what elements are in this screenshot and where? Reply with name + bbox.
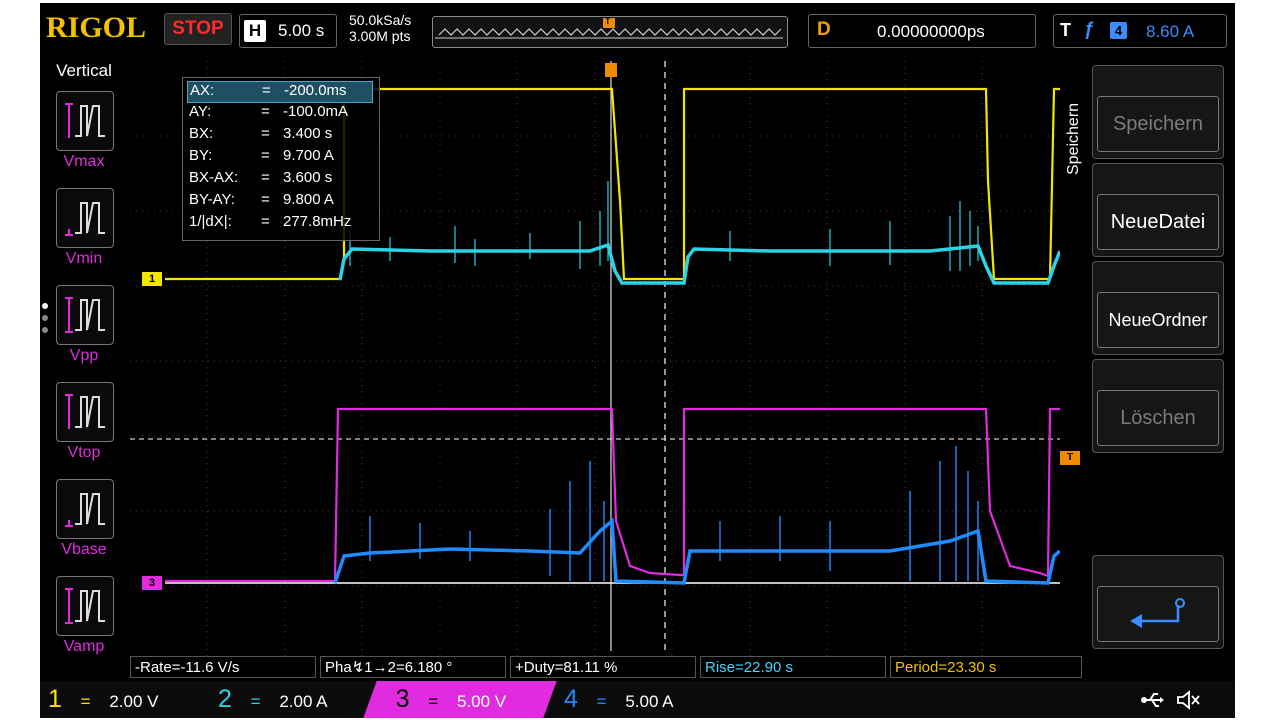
measure-period[interactable]: Period=23.30 s xyxy=(890,656,1082,678)
cursor-row-ay: AY: = -100.0mA xyxy=(189,103,349,120)
enter-button[interactable] xyxy=(1092,555,1224,649)
ch3-scale: 5.00 V xyxy=(456,692,507,711)
vmax-label: Vmax xyxy=(63,153,105,170)
trigger-source: 4 xyxy=(1110,22,1127,39)
vpp-label: Vpp xyxy=(69,347,99,364)
measure-rise[interactable]: Rise=22.90 s xyxy=(700,656,886,678)
ch4-coupling: = xyxy=(596,692,607,711)
measure-vamp-button[interactable]: Vamp xyxy=(40,576,128,668)
measure-phase[interactable]: Pha↯1→2=6.180 ° xyxy=(320,656,506,678)
neue-ordner-label: NeueOrdner xyxy=(1097,292,1219,348)
cursor-row-inv-dx: 1/|dX|: = 277.8mHz xyxy=(189,213,352,230)
measure-vpp-button[interactable]: Vpp xyxy=(40,285,128,377)
cursor-row-by-ay: BY-AY: = 9.800 A xyxy=(189,191,334,208)
sample-rate: 50.0kSa/s xyxy=(349,12,412,28)
ch3-number: 3 xyxy=(395,685,410,713)
ch2-status[interactable]: 2 = 2.00 A xyxy=(218,681,378,718)
measure-vmin-button[interactable]: Vmin xyxy=(40,188,128,280)
ch4-scale: 5.00 A xyxy=(625,692,674,711)
timebase-value: 5.00 s xyxy=(278,21,325,40)
vmin-label: Vmin xyxy=(65,250,103,267)
cursor-row-by: BY: = 9.700 A xyxy=(189,147,334,164)
save-menu-title: Speichern xyxy=(1065,102,1082,175)
memory-overview-strip: T xyxy=(432,16,788,48)
ch4-status[interactable]: 4 = 5.00 A xyxy=(564,681,724,718)
horizontal-key: H xyxy=(244,20,266,42)
oscilloscope-screen: RIGOL STOP H 5.00 s 50.0kSa/s 3.00M pts … xyxy=(40,3,1235,718)
measure-neg-rate[interactable]: -Rate=-11.6 V/s xyxy=(130,656,316,678)
cursor-row-bx: BX: = 3.400 s xyxy=(189,125,333,142)
ch3-coupling: = xyxy=(428,692,439,711)
cursor-row-ax[interactable]: AX: = -200.0ms xyxy=(187,81,373,103)
measure-vbase-button[interactable]: Vbase xyxy=(40,479,128,571)
acquisition-info: 50.0kSa/s 3.00M pts xyxy=(349,12,411,44)
ch3-status[interactable]: 3 = 5.00 V xyxy=(363,681,557,718)
vbase-label: Vbase xyxy=(61,541,107,558)
vamp-pulse-icon xyxy=(56,576,114,636)
ch2-number: 2 xyxy=(218,685,232,713)
ch2-scale: 2.00 A xyxy=(279,692,328,711)
vamp-label: Vamp xyxy=(63,638,105,655)
trigger-key: T xyxy=(1060,20,1071,40)
delay-key: D xyxy=(817,19,831,40)
vpp-pulse-icon xyxy=(56,285,114,345)
ch1-coupling: = xyxy=(80,692,91,711)
loeschen-button[interactable]: Löschen xyxy=(1092,359,1224,453)
vmin-pulse-icon xyxy=(56,188,114,248)
delay-display[interactable]: D 0.00000000ps xyxy=(808,14,1036,48)
vtop-pulse-icon xyxy=(56,382,114,442)
delay-value: 0.00000000ps xyxy=(877,22,985,41)
cursor-row-bx-ax: BX-AX: = 3.600 s xyxy=(189,169,333,186)
ch1-status[interactable]: 1 = 2.00 V xyxy=(48,681,208,718)
enter-arrow-icon xyxy=(1097,586,1219,642)
measure-vtop-button[interactable]: Vtop xyxy=(40,382,128,474)
neue-datei-button[interactable]: NeueDatei xyxy=(1092,163,1224,257)
vmax-pulse-icon xyxy=(56,91,114,151)
measure-vmax-button[interactable]: Vmax xyxy=(40,91,128,183)
trigger-level: 8.60 A xyxy=(1146,22,1195,41)
trigger-level-marker[interactable]: T xyxy=(1060,451,1080,465)
ch3-offset-marker[interactable]: 3 xyxy=(142,576,162,590)
ch4-number: 4 xyxy=(564,685,578,713)
memory-depth: 3.00M pts xyxy=(349,28,411,44)
ch1-offset-marker[interactable]: 1 xyxy=(142,272,162,286)
vtop-label: Vtop xyxy=(67,444,101,461)
ch1-number: 1 xyxy=(48,685,62,713)
cursor-measurement-panel: AX: = -200.0ms AY: = -100.0mA BX: = 3.40… xyxy=(182,77,380,241)
neue-datei-label: NeueDatei xyxy=(1097,194,1219,250)
speaker-mute-icon[interactable] xyxy=(1176,689,1202,711)
measure-pos-duty[interactable]: +Duty=81.11 % xyxy=(510,656,696,678)
vbase-pulse-icon xyxy=(56,479,114,539)
run-stop-status[interactable]: STOP xyxy=(164,13,232,45)
speichern-button[interactable]: Speichern xyxy=(1092,65,1224,159)
trigger-display[interactable]: T ƒ 4 8.60 A xyxy=(1053,14,1227,48)
usb-icon xyxy=(1140,691,1164,709)
loeschen-label: Löschen xyxy=(1097,390,1219,446)
speichern-label: Speichern xyxy=(1097,96,1219,152)
trigger-position-marker: T xyxy=(605,16,611,26)
ch1-scale: 2.00 V xyxy=(109,692,159,711)
rising-edge-icon: ƒ xyxy=(1084,19,1095,40)
ch2-coupling: = xyxy=(250,692,261,711)
neue-ordner-button[interactable]: NeueOrdner xyxy=(1092,261,1224,355)
rigol-logo: RIGOL xyxy=(46,11,147,44)
horizontal-timebase[interactable]: H 5.00 s xyxy=(239,14,337,48)
vertical-menu-title: Vertical xyxy=(56,61,112,80)
